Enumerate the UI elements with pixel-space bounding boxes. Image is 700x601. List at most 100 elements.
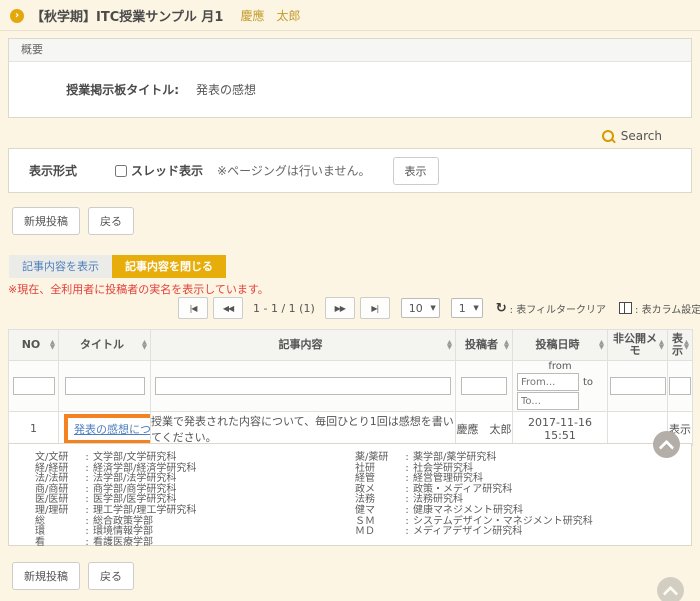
legend-name: 理工学部/理工学研究科 — [93, 506, 196, 517]
search-toggle[interactable]: Search — [602, 129, 662, 143]
legend-row: 薬/薬研:薬学部/薬学研究科 — [355, 453, 675, 464]
table-row: 1 発表の感想について 授業で発表された内容について、毎回ひとり1回は感想を書い… — [9, 412, 693, 446]
filter-date-to-input[interactable] — [517, 392, 579, 410]
thread-display-checkbox[interactable] — [115, 165, 127, 177]
back-button-bottom[interactable]: 戻る — [88, 562, 134, 590]
article-tabs: 記事内容を表示 記事内容を閉じる — [9, 255, 226, 278]
overview-body: 授業掲示板タイトル: 発表の感想 — [9, 62, 691, 116]
display-button[interactable]: 表示 — [393, 157, 439, 185]
filter-clear-tool[interactable]: ↻ : 表フィルタークリア — [496, 301, 606, 316]
refresh-icon: ↻ — [496, 302, 507, 315]
legend-separator: : — [81, 506, 93, 517]
legend-row: 看:看護医療学部 — [35, 538, 355, 549]
legend-separator: : — [81, 538, 93, 549]
sort-icon[interactable]: ▲▼ — [447, 340, 452, 350]
page-header: › 【秋学期】ITC授業サンプル 月1 慶應 太郎 — [10, 6, 300, 25]
col-header-content[interactable]: 記事内容▲▼ — [151, 330, 456, 361]
sort-icon[interactable]: ▲▼ — [599, 340, 604, 350]
user-name-link[interactable]: 慶應 太郎 — [240, 7, 300, 24]
tab-show-article-content[interactable]: 記事内容を表示 — [9, 255, 112, 278]
filter-clear-label: : 表フィルタークリア — [510, 301, 606, 316]
filter-no-input[interactable] — [13, 377, 55, 395]
sort-icon[interactable]: ▲▼ — [142, 340, 147, 350]
header-divider — [0, 30, 700, 31]
legend-row: ＭＤ:メディアデザイン研究科 — [355, 527, 675, 538]
legend-row: 経管:経営管理研究科 — [355, 474, 675, 485]
scroll-to-top-button-bottom[interactable] — [657, 577, 684, 601]
board-title-label: 授業掲示板タイトル: — [9, 81, 179, 98]
chevron-up-icon — [663, 585, 679, 601]
legend-row: 理/理研:理工学部/理工学研究科 — [35, 506, 355, 517]
legend-row: 法/法研:法学部/法学研究科 — [35, 474, 355, 485]
legend-abbr: ＭＤ — [355, 527, 401, 538]
last-page-button[interactable]: ▶| — [360, 297, 390, 319]
paging-note: ※ページングは行いません。 — [217, 162, 370, 179]
legend-row: 政メ:政策・メディア研究科 — [355, 485, 675, 496]
next-page-button[interactable]: ▶▶ — [325, 297, 355, 319]
tab-close-article-content[interactable]: 記事内容を閉じる — [112, 255, 226, 278]
scroll-to-top-button[interactable] — [653, 431, 680, 458]
legend-abbr: 看 — [35, 538, 81, 549]
prev-page-button[interactable]: ◀◀ — [213, 297, 243, 319]
filter-datetime: from to — [513, 361, 607, 411]
filter-content-input[interactable] — [155, 377, 451, 395]
to-label: to — [583, 377, 593, 388]
display-format-label: 表示形式 — [29, 162, 77, 179]
chevron-right-icon: › — [10, 9, 24, 23]
cell-no: 1 — [9, 412, 59, 446]
table-header-row: NO▲▼ タイトル▲▼ 記事内容▲▼ 投稿者▲▼ 投稿日時▲▼ 非公開メモ▲▼ … — [9, 330, 693, 361]
cell-title: 発表の感想について — [59, 412, 151, 446]
legend-row: 商/商研:商学部/商学研究科 — [35, 485, 355, 496]
page: › 【秋学期】ITC授業サンプル 月1 慶應 太郎 概要 授業掲示板タイトル: … — [0, 0, 700, 601]
chevron-up-icon — [659, 439, 675, 455]
new-post-button[interactable]: 新規投稿 — [12, 207, 80, 235]
legend-abbr: 理/理研 — [35, 506, 81, 517]
legend-col-right: 薬/薬研:薬学部/薬学研究科社研:社会学研究科経管:経営管理研究科政メ:政策・メ… — [355, 453, 675, 548]
table-filter-row: from to — [9, 361, 693, 412]
legend-separator: : — [401, 453, 413, 464]
filter-author-input[interactable] — [461, 377, 507, 395]
column-setting-tool[interactable]: : 表カラム設定 — [619, 301, 700, 316]
legend-abbr: 文/文研 — [35, 453, 81, 464]
faculty-legend-panel: 文/文研:文学部/文学研究科経/経研:経済学部/経済学研究科法/法研:法学部/法… — [8, 443, 692, 546]
legend-row: 文/文研:文学部/文学研究科 — [35, 453, 355, 464]
filter-memo-input[interactable] — [610, 377, 666, 395]
first-page-button[interactable]: |◀ — [178, 297, 208, 319]
search-icon — [602, 130, 614, 142]
filter-date-from-input[interactable] — [517, 373, 579, 391]
thread-display-option[interactable]: スレッド表示 — [115, 162, 203, 179]
page-size-select[interactable]: 10 — [401, 298, 440, 318]
legend-name: 文学部/文学研究科 — [93, 453, 176, 464]
thread-display-label: スレッド表示 — [131, 162, 203, 179]
filter-display-input[interactable] — [669, 377, 691, 395]
legend-name: 看護医療学部 — [93, 538, 153, 549]
page-size-select-wrap: 10 ▼ — [401, 298, 440, 318]
legend-row: 経/経研:経済学部/経済学研究科 — [35, 464, 355, 475]
highlight-box: 発表の感想について — [64, 414, 151, 444]
filter-title-input[interactable] — [65, 377, 145, 395]
new-post-button-bottom[interactable]: 新規投稿 — [12, 562, 80, 590]
legend-abbr: 薬/薬研 — [355, 453, 401, 464]
sort-icon[interactable]: ▲▼ — [504, 340, 509, 350]
page-number-select[interactable]: 1 — [451, 298, 483, 318]
realname-notice: ※現在、全利用者に投稿者の実名を表示しています。 — [8, 281, 269, 297]
post-title-link[interactable]: 発表の感想について — [74, 423, 151, 436]
table-columns-icon — [619, 302, 632, 314]
legend-col-left: 文/文研:文学部/文学研究科経/経研:経済学部/経済学研究科法/法研:法学部/法… — [35, 453, 355, 548]
page-number-select-wrap: 1 ▼ — [451, 298, 483, 318]
sort-icon[interactable]: ▲▼ — [659, 340, 664, 350]
legend-row: 健マ:健康マネジメント研究科 — [355, 506, 675, 517]
col-header-author[interactable]: 投稿者▲▼ — [456, 330, 513, 361]
col-header-no[interactable]: NO▲▼ — [9, 330, 59, 361]
col-header-title[interactable]: タイトル▲▼ — [59, 330, 151, 361]
col-header-datetime[interactable]: 投稿日時▲▼ — [513, 330, 608, 361]
back-button[interactable]: 戻る — [88, 207, 134, 235]
page-title: 【秋学期】ITC授業サンプル 月1 — [31, 6, 223, 25]
sort-icon[interactable]: ▲▼ — [684, 340, 689, 350]
sort-icon[interactable]: ▲▼ — [50, 340, 55, 350]
col-header-private-memo[interactable]: 非公開メモ▲▼ — [608, 330, 668, 361]
page-range: 1 - 1 / 1 (1) — [253, 302, 315, 315]
col-header-display[interactable]: 表示▲▼ — [668, 330, 693, 361]
column-setting-label: : 表カラム設定 — [635, 301, 700, 316]
legend-abbr: 健マ — [355, 506, 401, 517]
